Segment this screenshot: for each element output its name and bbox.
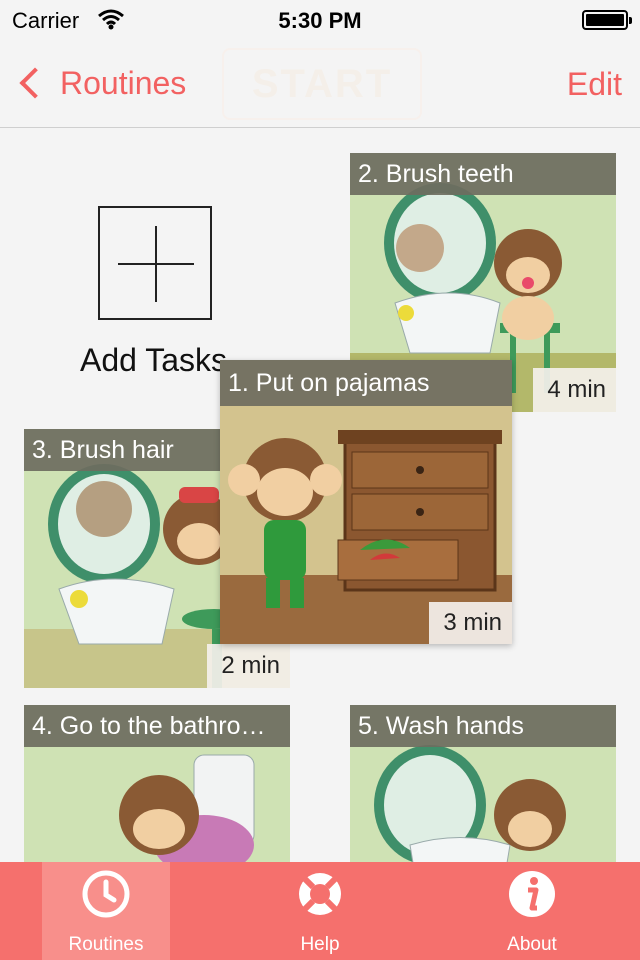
tab-label: Routines <box>68 934 144 955</box>
lifebuoy-icon <box>299 873 341 915</box>
tab-help[interactable]: Help <box>256 862 384 960</box>
tab-routines[interactable]: Routines <box>42 862 170 960</box>
tab-bar: Routines Help About <box>0 862 640 960</box>
back-button[interactable]: Routines <box>14 60 186 106</box>
task-title: 4. Go to the bathro… <box>24 705 290 747</box>
add-tasks-button[interactable]: Add Tasks <box>80 206 230 386</box>
navigation-bar: START Routines Edit <box>0 40 640 128</box>
clock-icon <box>82 870 130 918</box>
tab-label: Help <box>300 934 340 955</box>
back-button-label: Routines <box>60 64 187 101</box>
add-tasks-label: Add Tasks <box>80 342 228 378</box>
status-bar: Carrier 5:30 PM <box>0 0 640 40</box>
task-title: 2. Brush teeth <box>350 153 616 195</box>
tab-label: About <box>507 934 557 955</box>
start-button-ghost: START <box>222 48 422 120</box>
clock-time: 5:30 PM <box>278 8 362 33</box>
task-card-put-on-pajamas[interactable]: 1. Put on pajamas 3 min <box>220 360 512 644</box>
back-chevron-icon <box>19 67 51 99</box>
plus-icon <box>98 206 212 320</box>
task-title: 1. Put on pajamas <box>220 360 512 406</box>
tab-about[interactable]: About <box>468 862 596 960</box>
task-duration: 2 min <box>207 644 290 688</box>
edit-button[interactable]: Edit <box>567 66 622 103</box>
info-icon <box>509 871 555 917</box>
task-duration: 4 min <box>533 368 616 412</box>
task-title: 5. Wash hands <box>350 705 616 747</box>
battery-icon <box>582 10 632 30</box>
task-duration: 3 min <box>429 602 512 644</box>
